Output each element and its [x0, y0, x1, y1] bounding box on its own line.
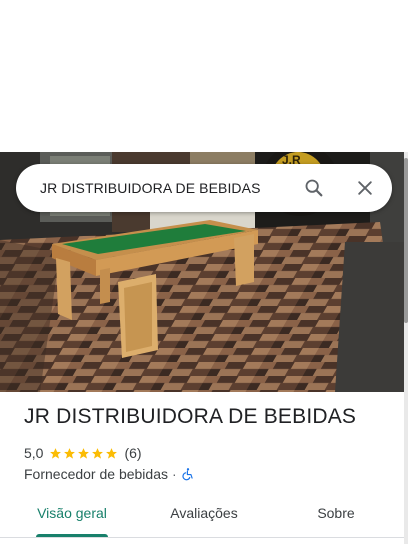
- tabs-divider: [0, 537, 404, 538]
- separator-dot: ·: [172, 466, 177, 482]
- search-query-text[interactable]: JR DISTRIBUIDORA DE BEBIDAS: [40, 164, 261, 212]
- rating-value: 5,0: [24, 445, 44, 461]
- tab-about[interactable]: Sobre: [290, 500, 382, 540]
- place-title: JR DISTRIBUIDORA DE BEBIDAS: [24, 405, 357, 428]
- rating-row[interactable]: 5,0 (6): [24, 444, 142, 462]
- close-icon[interactable]: [349, 172, 381, 204]
- review-count[interactable]: (6): [124, 445, 141, 461]
- star-rating: [49, 447, 118, 460]
- star-icon: [78, 447, 90, 459]
- search-icon[interactable]: [298, 172, 330, 204]
- star-icon: [50, 447, 62, 459]
- star-icon: [92, 447, 104, 459]
- place-category: Fornecedor de bebidas: [24, 466, 168, 482]
- category-row: Fornecedor de bebidas ·: [24, 465, 195, 483]
- wheelchair-icon: [181, 467, 195, 481]
- star-icon: [106, 447, 118, 459]
- blank-top-area: [0, 0, 408, 152]
- scrollbar-thumb[interactable]: [404, 158, 408, 323]
- tab-reviews[interactable]: Avaliações: [156, 500, 252, 540]
- star-icon: [64, 447, 76, 459]
- search-box[interactable]: JR DISTRIBUIDORA DE BEBIDAS: [16, 164, 392, 212]
